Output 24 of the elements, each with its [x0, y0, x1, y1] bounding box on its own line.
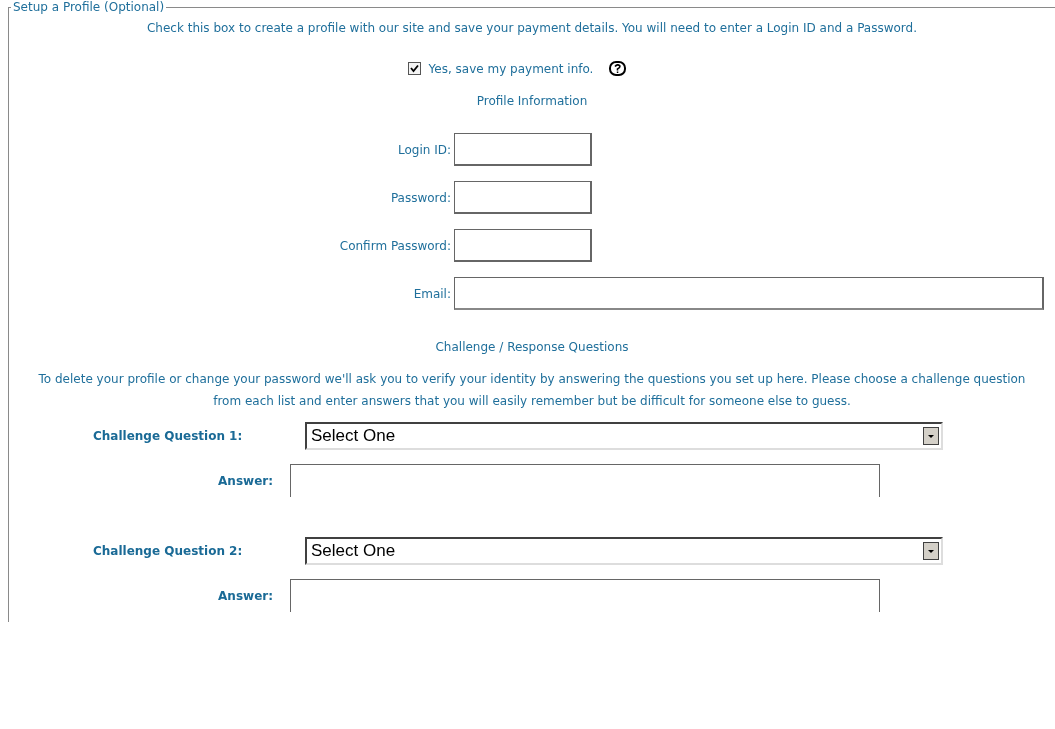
field-label: Login ID: — [397, 142, 451, 157]
answer-field[interactable] — [290, 579, 880, 612]
input-field[interactable] — [454, 181, 592, 214]
help-icon[interactable] — [609, 61, 627, 76]
challenge-heading: Challenge / Response Questions — [434, 340, 630, 354]
field-label: Email: — [412, 286, 451, 301]
field-label: Confirm Password: — [338, 238, 451, 253]
save-checkbox[interactable] — [407, 62, 421, 75]
question-dropdown[interactable]: Select One — [305, 537, 943, 565]
input-field[interactable] — [454, 133, 592, 166]
answer-field[interactable] — [290, 464, 880, 497]
intro-text: Check this box to create a profile with our site and save your payment details. You will need to enter a Login ID and a Password. — [146, 20, 918, 37]
profile-heading: Profile Information — [475, 94, 589, 108]
input-field[interactable] — [454, 277, 1044, 310]
question-dropdown[interactable]: Select One — [305, 422, 943, 450]
field-label: Password: — [389, 190, 451, 205]
section-legend: Setup a Profile (Optional) — [11, 0, 167, 14]
checkbox-label[interactable]: Yes, save my payment info. — [428, 61, 594, 76]
answer-label: Answer: — [217, 588, 273, 603]
answer-label: Answer: — [217, 473, 273, 488]
question-label: Challenge Question 2: — [92, 544, 244, 558]
input-field[interactable] — [454, 229, 592, 262]
question-label: Challenge Question 1: — [92, 429, 244, 443]
challenge-intro-text: To delete your profile or change your password we'll ask you to verify your identity by answering the questions you set up here. Please choose a challenge question from each list and enter answers that you will easily remember but be difficult for someone else to guess. — [37, 371, 1027, 410]
